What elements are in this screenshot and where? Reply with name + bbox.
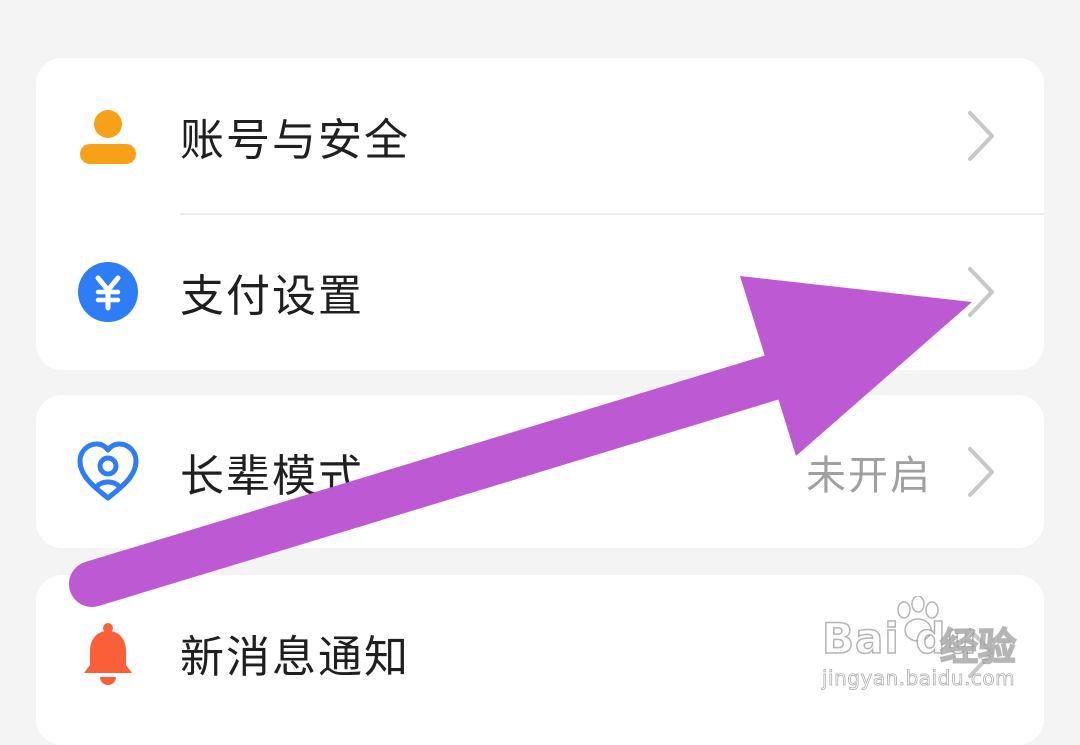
heart-icon <box>76 440 140 504</box>
settings-item-label: 支付设置 <box>180 271 364 322</box>
settings-group-account: 账号与安全 支付设置 <box>36 58 1044 370</box>
settings-item-label: 长辈模式 <box>180 450 364 502</box>
chevron-right-icon <box>964 445 998 499</box>
yuan-icon <box>76 260 140 324</box>
settings-group-elder: 长辈模式 未开启 <box>36 395 1044 548</box>
settings-item-label: 新消息通知 <box>180 632 410 683</box>
watermark-product: 经验 <box>939 624 1017 670</box>
settings-item-elder-mode[interactable]: 长辈模式 未开启 <box>36 395 1044 548</box>
baidu-jingyan-watermark: Bai du 经验 jingyan.baidu.com <box>821 596 1022 696</box>
person-icon <box>76 104 140 168</box>
settings-item-label: 账号与安全 <box>180 115 410 166</box>
watermark-url: jingyan.baidu.com <box>822 666 1016 691</box>
bell-icon <box>76 621 140 685</box>
settings-item-account-security[interactable]: 账号与安全 <box>36 58 1044 215</box>
settings-item-payment[interactable]: 支付设置 <box>36 214 1044 370</box>
elder-mode-status: 未开启 <box>806 452 932 499</box>
chevron-right-icon <box>964 109 998 163</box>
chevron-right-icon <box>964 265 998 319</box>
